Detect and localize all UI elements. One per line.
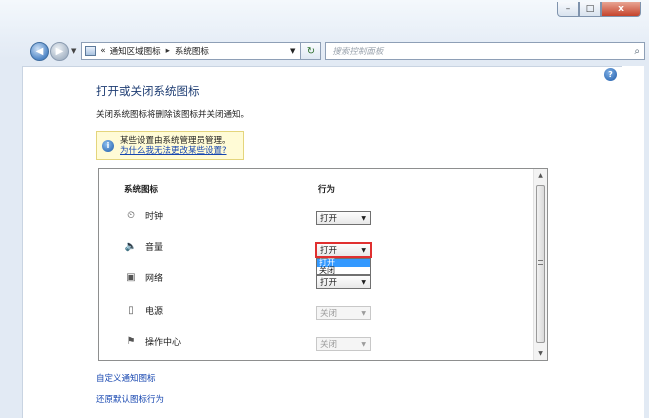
- volume-behavior-dropdown: 打开 关闭: [316, 258, 371, 275]
- row-label-power: 电源: [145, 307, 164, 317]
- back-button[interactable]: ◀: [30, 41, 49, 61]
- volume-behavior-select[interactable]: 打开 ▼: [315, 242, 372, 258]
- page-description: 关闭系统图标将删除该图标并关闭通知。: [96, 110, 250, 120]
- chevron-down-icon: ▼: [361, 309, 366, 317]
- why-cant-change-link[interactable]: 为什么我无法更改某些设置?: [120, 146, 231, 156]
- window-scroll-area: [622, 66, 644, 418]
- select-value: 关闭: [320, 340, 338, 350]
- chevron-down-icon: ▼: [361, 214, 366, 222]
- clock-behavior-select[interactable]: 打开 ▼: [316, 211, 371, 225]
- address-dropdown-icon[interactable]: ▼: [290, 47, 295, 55]
- restore-default-behavior-link[interactable]: 还原默认图标行为: [96, 393, 164, 405]
- action-center-behavior-select: 关闭 ▼: [316, 337, 371, 351]
- select-value: 打开: [320, 214, 338, 224]
- action-center-icon: ⚑: [126, 335, 136, 347]
- row-label-network: 网络: [145, 274, 164, 284]
- network-icon: ▣: [126, 271, 136, 283]
- network-behavior-select[interactable]: 打开 ▼: [316, 275, 371, 289]
- admin-info-text: 某些设置由系统管理员管理。: [120, 135, 231, 146]
- scroll-up-icon[interactable]: ▲: [534, 169, 547, 182]
- search-placeholder: 搜索控制面板: [332, 47, 384, 57]
- customize-notification-icons-link[interactable]: 自定义通知图标: [96, 372, 156, 384]
- address-prefix[interactable]: «: [100, 46, 105, 56]
- breadcrumb-notification-area[interactable]: 通知区域图标: [110, 45, 161, 57]
- chevron-down-icon: ▼: [361, 278, 366, 286]
- scroll-thumb[interactable]: [536, 185, 545, 343]
- power-behavior-select: 关闭 ▼: [316, 306, 371, 320]
- search-icon[interactable]: ⌕: [634, 46, 640, 57]
- minimize-button[interactable]: –: [557, 2, 579, 17]
- select-value: 打开: [320, 246, 338, 256]
- scroll-grip: [538, 260, 543, 265]
- recent-pages-button[interactable]: ▼: [71, 47, 76, 55]
- breadcrumb-system-icons[interactable]: 系统图标: [175, 45, 209, 57]
- help-icon[interactable]: ?: [604, 68, 617, 81]
- info-icon: i: [102, 139, 114, 152]
- page-title: 打开或关闭系统图标: [96, 84, 200, 98]
- navigation-bar: ◀ ▶ ▼ « 通知区域图标 ▸ 系统图标 ▼ ↻ 搜索控制面板 ⌕: [30, 40, 645, 62]
- chevron-down-icon: ▼: [361, 246, 366, 254]
- row-label-volume: 音量: [145, 243, 164, 253]
- search-input[interactable]: 搜索控制面板 ⌕: [325, 42, 645, 60]
- clock-icon: ⏲: [127, 209, 135, 221]
- list-scrollbar[interactable]: ▲ ▼: [533, 169, 547, 360]
- maximize-button[interactable]: □: [579, 2, 601, 17]
- forward-button[interactable]: ▶: [50, 41, 69, 61]
- select-value: 打开: [320, 278, 338, 288]
- admin-info-box: i 某些设置由系统管理员管理。 为什么我无法更改某些设置?: [96, 131, 244, 160]
- address-bar[interactable]: « 通知区域图标 ▸ 系统图标 ▼: [81, 42, 302, 60]
- chevron-down-icon: ▼: [361, 340, 366, 348]
- column-header-behavior: 行为: [318, 185, 336, 195]
- close-button[interactable]: x: [601, 2, 641, 17]
- scroll-down-icon[interactable]: ▼: [534, 347, 547, 360]
- row-label-clock: 时钟: [145, 212, 164, 222]
- volume-icon: 🔈: [124, 240, 138, 252]
- caption-buttons: – □ x: [557, 2, 641, 17]
- breadcrumb-separator-icon[interactable]: ▸: [166, 46, 170, 56]
- option-off[interactable]: 关闭: [317, 267, 370, 275]
- row-label-action-center: 操作中心: [145, 338, 182, 348]
- refresh-button[interactable]: ↻: [301, 42, 322, 60]
- select-value: 关闭: [320, 309, 338, 319]
- column-header-system-icons: 系统图标: [124, 185, 159, 195]
- power-icon: ▯: [128, 304, 134, 316]
- control-panel-icon: [85, 46, 97, 56]
